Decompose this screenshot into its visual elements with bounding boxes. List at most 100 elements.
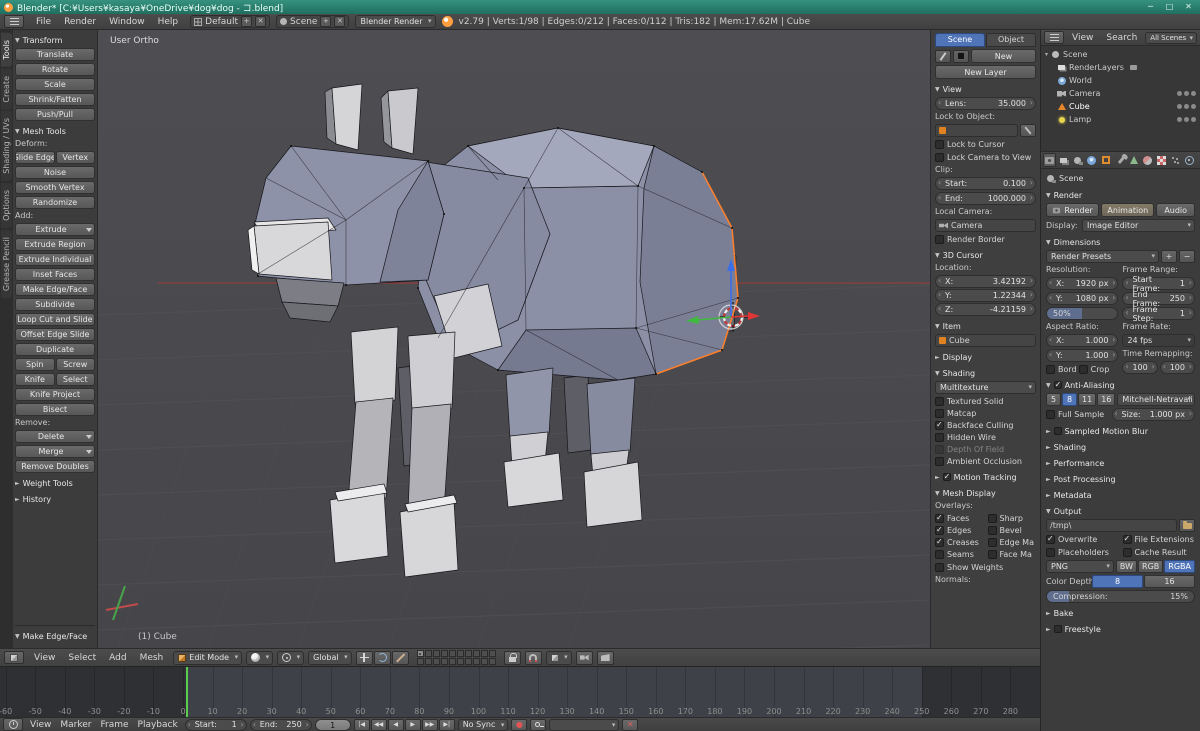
editor-type-button[interactable] bbox=[4, 651, 24, 664]
minimize-button[interactable]: ─ bbox=[1143, 2, 1158, 13]
start-frame-field[interactable]: Start: 1 bbox=[184, 718, 247, 731]
collapsed-panel-header[interactable]: Post Processing bbox=[1046, 473, 1195, 485]
menu-item[interactable]: Mesh bbox=[134, 652, 170, 664]
color-depth-button[interactable]: 16 bbox=[1144, 575, 1195, 588]
crop-checkbox[interactable]: Crop bbox=[1078, 364, 1109, 375]
shading-mode-dropdown[interactable]: Multitexture bbox=[935, 381, 1036, 394]
layer-toggle-3[interactable] bbox=[432, 650, 440, 657]
panel-header-dimensions[interactable]: Dimensions bbox=[1046, 236, 1195, 248]
layer-toggle-9[interactable] bbox=[480, 650, 488, 657]
menu-item[interactable]: File bbox=[30, 16, 57, 28]
collapse-icon[interactable]: ▾ bbox=[1045, 51, 1048, 58]
color-mode-button[interactable]: RGBA bbox=[1164, 560, 1195, 573]
shading-option-checkbox[interactable]: Ambient Occlusion bbox=[935, 456, 1036, 467]
lens-field[interactable]: Lens: 35.000 bbox=[935, 97, 1036, 110]
menu-item[interactable]: Frame bbox=[96, 719, 132, 731]
file-format-dropdown[interactable]: PNG bbox=[1046, 560, 1114, 573]
outliner-item[interactable]: RenderLayers bbox=[1045, 61, 1196, 74]
resolution-x-field[interactable]: X: 1920 px bbox=[1046, 277, 1119, 290]
overlay-checkbox[interactable]: Face Ma bbox=[987, 549, 1037, 560]
layer-selector[interactable] bbox=[416, 650, 496, 665]
aa-samples-button[interactable]: 16 bbox=[1097, 393, 1116, 406]
clip-end-field[interactable]: End: 1000.000 bbox=[935, 192, 1036, 205]
tool-merge[interactable]: Merge bbox=[15, 445, 95, 458]
physics-tab-icon[interactable] bbox=[1183, 153, 1196, 167]
scene-selector[interactable]: Scene + ✕ bbox=[276, 15, 350, 28]
layer-toggle-17[interactable] bbox=[464, 658, 472, 665]
aspect-x-field[interactable]: X: 1.000 bbox=[1046, 334, 1119, 347]
menu-item[interactable]: Window bbox=[103, 16, 151, 28]
snap-toggle-button[interactable] bbox=[524, 650, 542, 665]
layer-toggle-7[interactable] bbox=[464, 650, 472, 657]
output-path-field[interactable]: /tmp\ bbox=[1046, 519, 1177, 532]
aa-size-field[interactable]: Size: 1.000 px bbox=[1111, 408, 1195, 421]
opengl-render-button[interactable] bbox=[575, 650, 593, 665]
record-button[interactable]: ● bbox=[511, 718, 528, 731]
playback-button[interactable]: ▶▶ bbox=[421, 718, 438, 731]
aspect-y-field[interactable]: Y: 1.000 bbox=[1046, 349, 1119, 362]
menu-item[interactable]: View bbox=[26, 719, 55, 731]
panel-header-display[interactable]: Display bbox=[935, 351, 1036, 363]
close-button[interactable]: ✕ bbox=[1181, 2, 1196, 13]
playback-button[interactable]: ◀◀ bbox=[370, 718, 387, 731]
shading-option-checkbox[interactable]: Depth Of Field bbox=[935, 444, 1036, 455]
remap-new-field[interactable]: 100 bbox=[1159, 361, 1195, 374]
full-sample-checkbox[interactable]: Full Sample bbox=[1046, 409, 1110, 420]
texture-tab-icon[interactable] bbox=[1155, 153, 1168, 167]
lock-camera-checkbox[interactable]: Lock Camera to View bbox=[935, 152, 1036, 163]
tool-scale[interactable]: Scale bbox=[15, 78, 95, 91]
dog-model[interactable] bbox=[247, 83, 739, 578]
layer-toggle-6[interactable] bbox=[456, 650, 464, 657]
lock-to-cursor-checkbox[interactable]: Lock to Cursor bbox=[935, 139, 1036, 150]
current-frame-field[interactable]: 1 bbox=[314, 718, 351, 731]
menu-item[interactable]: Playback bbox=[134, 719, 182, 731]
overlay-checkbox[interactable]: Faces bbox=[935, 513, 984, 524]
menu-item[interactable]: View bbox=[1066, 32, 1099, 44]
panel-header-mesh-display[interactable]: Mesh Display bbox=[935, 487, 1036, 499]
outliner-display-dropdown[interactable]: All Scenes bbox=[1145, 31, 1197, 44]
overlay-checkbox[interactable]: Creases bbox=[935, 537, 984, 548]
tool-smooth-vertex[interactable]: Smooth Vertex bbox=[15, 181, 95, 194]
toolshelf-tab[interactable]: Shading / UVs bbox=[1, 111, 12, 182]
unlink-button[interactable]: ✕ bbox=[622, 718, 639, 731]
tool-subdivide[interactable]: Subdivide bbox=[15, 298, 95, 311]
menu-item[interactable]: Help bbox=[152, 16, 185, 28]
cursor-coordinate-field[interactable]: X: 3.42192 bbox=[935, 275, 1036, 288]
scene-tab-icon[interactable] bbox=[1071, 153, 1084, 167]
layer-toggle-11[interactable] bbox=[416, 658, 424, 665]
tool-translate[interactable]: Translate bbox=[15, 48, 95, 61]
tool-make-edge-face[interactable]: Make Edge/Face bbox=[15, 283, 95, 296]
overlay-checkbox[interactable]: Seams bbox=[935, 549, 984, 560]
menu-item[interactable]: Select bbox=[62, 652, 102, 664]
collapsed-panel-header[interactable]: Metadata bbox=[1046, 489, 1195, 501]
toolshelf-tab[interactable]: Options bbox=[1, 183, 12, 228]
visibility-toggles[interactable] bbox=[1177, 91, 1196, 96]
visibility-toggles[interactable] bbox=[1177, 117, 1196, 122]
particles-tab-icon[interactable] bbox=[1169, 153, 1182, 167]
playback-button[interactable]: ▶| bbox=[438, 718, 455, 731]
shading-option-checkbox[interactable]: Matcap bbox=[935, 408, 1036, 419]
sync-dropdown[interactable]: No Sync bbox=[457, 718, 509, 731]
resolution-percentage-slider[interactable]: 50% bbox=[1046, 307, 1119, 320]
panel-checkbox-icon[interactable] bbox=[1053, 380, 1062, 389]
clip-start-field[interactable]: Start: 0.100 bbox=[935, 177, 1036, 190]
tool-extrude-region[interactable]: Extrude Region bbox=[15, 238, 95, 251]
modifiers-tab-icon[interactable] bbox=[1113, 153, 1126, 167]
transform-orientation-dropdown[interactable]: Global bbox=[308, 650, 352, 665]
audio-button[interactable]: Audio bbox=[1156, 203, 1195, 217]
panel-header-mesh-tools[interactable]: Mesh Tools bbox=[15, 125, 95, 137]
mode-dropdown[interactable]: Edit Mode bbox=[173, 650, 243, 665]
object-data-tab-icon[interactable] bbox=[1127, 153, 1140, 167]
outliner-item[interactable]: World bbox=[1045, 74, 1196, 87]
menu-item[interactable]: View bbox=[28, 652, 61, 664]
tool-inset-faces[interactable]: Inset Faces bbox=[15, 268, 95, 281]
panel-header-shading[interactable]: Shading bbox=[935, 367, 1036, 379]
tool-extrude[interactable]: Extrude bbox=[15, 223, 95, 236]
menu-item[interactable]: Render bbox=[58, 16, 102, 28]
tool-remove-doubles[interactable]: Remove Doubles bbox=[15, 460, 95, 473]
end-frame-field[interactable]: End Frame:250 bbox=[1122, 290, 1195, 308]
gp-source-tab[interactable]: Scene bbox=[935, 33, 985, 47]
animation-button[interactable]: Animation bbox=[1101, 203, 1155, 217]
outliner-root-row[interactable]: ▾ Scene bbox=[1045, 48, 1196, 61]
tool-knife[interactable]: Knife bbox=[15, 373, 55, 386]
